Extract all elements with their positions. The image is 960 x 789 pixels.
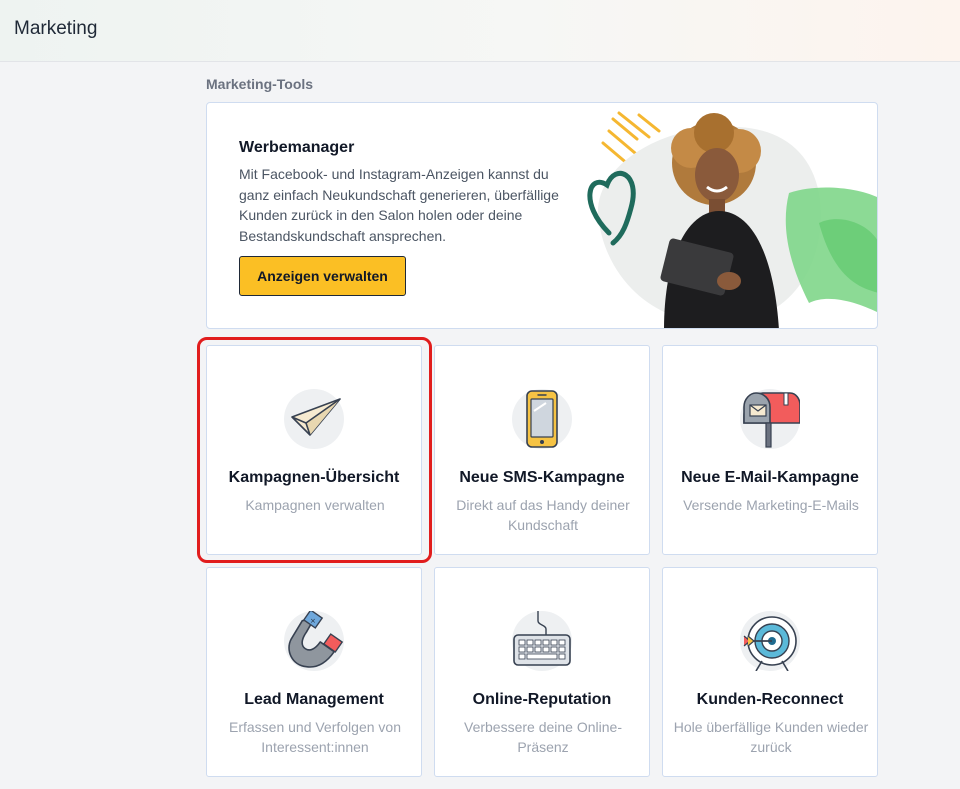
svg-text:×: × <box>310 617 316 625</box>
card-title: Neue E-Mail-Kampagne <box>681 469 859 486</box>
card-title: Kunden-Reconnect <box>696 691 844 708</box>
promo-illustration <box>587 111 877 328</box>
manage-ads-button[interactable]: Anzeigen verwalten <box>239 256 406 296</box>
card-new-email-campaign[interactable]: Neue E-Mail-Kampagne Versende Marketing-… <box>662 345 878 555</box>
card-campaign-overview[interactable]: Kampagnen-Übersicht Kampagnen verwalten <box>206 345 422 555</box>
card-lead-management[interactable]: × Lead Management Erfassen und Verfolgen… <box>206 567 422 777</box>
page-title: Marketing <box>14 18 98 39</box>
card-subtitle: Erfassen und Verfolgen von Interessent:i… <box>228 719 401 755</box>
card-subtitle: Versende Marketing-E-Mails <box>683 497 859 513</box>
top-bar: Marketing <box>0 0 960 62</box>
smartphone-icon <box>512 389 572 449</box>
target-icon <box>740 611 800 671</box>
section-title: Marketing-Tools <box>206 76 314 92</box>
promo-description: Mit Facebook- und Instagram-Anzeigen kan… <box>239 166 559 244</box>
promo-title: Werbemanager <box>239 139 355 156</box>
card-title: Kampagnen-Übersicht <box>228 469 400 486</box>
mailbox-icon <box>740 389 800 449</box>
card-customer-reconnect[interactable]: Kunden-Reconnect Hole überfällige Kunden… <box>662 567 878 777</box>
card-title: Online-Reputation <box>472 691 612 708</box>
werbemanager-card: Werbemanager Mit Facebook- und Instagram… <box>206 102 878 329</box>
card-title: Lead Management <box>244 691 384 708</box>
keyboard-icon <box>512 611 572 671</box>
card-new-sms-campaign[interactable]: Neue SMS-Kampagne Direkt auf das Handy d… <box>434 345 650 555</box>
card-subtitle: Kampagnen verwalten <box>245 497 385 513</box>
magnet-icon: × <box>284 611 344 671</box>
card-subtitle: Verbessere deine Online-Präsenz <box>464 719 622 755</box>
card-subtitle: Hole überfällige Kunden wieder zurück <box>673 719 869 755</box>
card-online-reputation[interactable]: Online-Reputation Verbessere deine Onlin… <box>434 567 650 777</box>
card-title: Neue SMS-Kampagne <box>459 469 625 486</box>
paper-plane-icon <box>284 389 344 449</box>
card-subtitle: Direkt auf das Handy deiner Kundschaft <box>456 497 630 533</box>
